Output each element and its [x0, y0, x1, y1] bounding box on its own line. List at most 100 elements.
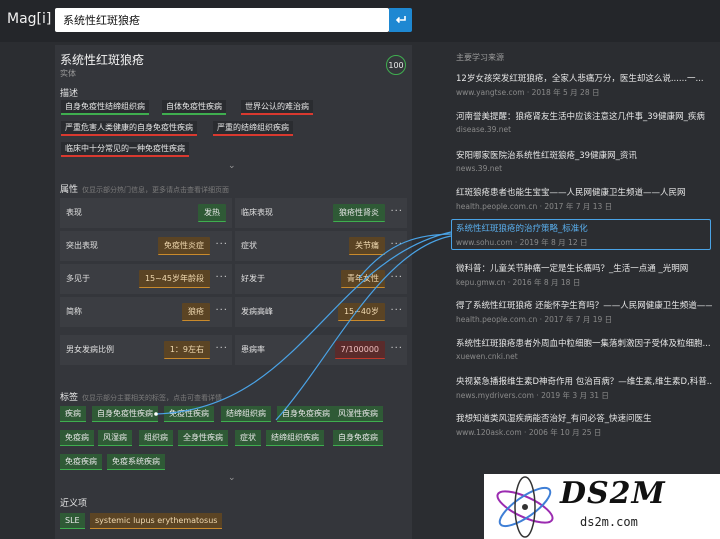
more-options-icon[interactable]: ···: [390, 239, 403, 250]
attribute-key: 表现: [66, 208, 82, 217]
source-item[interactable]: 微科普：儿童关节肿痛一定是生长痛吗？_生活一点通 _光明网 kepu.gmw.c…: [456, 262, 712, 288]
source-item[interactable]: 系统性红斑狼疮患者外周血中粒细胞一集落刺激因子受体及粒细胞... xuewen.…: [456, 337, 712, 361]
attribute-cell: 好发于 青年女性 ···: [235, 264, 407, 294]
watermark-brand: DS2M: [560, 476, 666, 511]
more-options-icon[interactable]: ···: [215, 239, 228, 250]
return-arrow-icon: [395, 16, 406, 24]
source-meta: kepu.gmw.cn · 2016 年 8 月 18 日: [456, 278, 581, 287]
attribute-value[interactable]: 免疫性炎症: [158, 237, 210, 255]
attribute-value[interactable]: 狼疮: [182, 303, 210, 321]
tag-chip[interactable]: 风湿病: [98, 430, 132, 446]
search-input[interactable]: [55, 8, 389, 32]
watermark: DS2M ds2m.com: [484, 474, 720, 539]
attribute-cell: 简称 狼疮 ···: [60, 297, 232, 327]
source-item[interactable]: 12岁女孩突发红斑狼疮，全家人悲痛万分，医生却这么说......一... www…: [456, 72, 712, 98]
source-meta: health.people.com.cn · 2017 年 7 月 19 日: [456, 315, 613, 324]
attribute-key: 发病高峰: [241, 307, 273, 316]
source-title[interactable]: 央视紧急播报维生素D神奇作用 包治百病？—维生素,维生素D,科普...: [456, 375, 712, 387]
attribute-value[interactable]: 发热: [198, 204, 226, 222]
source-meta: news.39.net: [456, 164, 503, 173]
description-label: 描述: [60, 89, 79, 99]
source-title[interactable]: 红斑狼疮患者也能生宝宝——人民网健康卫生频道——人民网: [456, 186, 712, 198]
tag-chip[interactable]: 自身免疫病: [333, 430, 383, 446]
attribute-value[interactable]: 青年女性: [341, 270, 385, 288]
entity-card: 系统性红斑狼疮 实体 100 描述 自身免疫性结缔组织病 自体免疫性疾病 世界公…: [55, 45, 412, 539]
source-title[interactable]: 我想知道类风湿疾病能否治好_有问必答_快速问医生: [456, 412, 712, 424]
attribute-value[interactable]: 7/100000: [334, 341, 385, 359]
more-options-icon[interactable]: ···: [390, 305, 403, 316]
synonyms-label: 近义项: [60, 499, 88, 509]
description-tag[interactable]: 世界公认的难治病: [241, 100, 313, 115]
tags-title: 标签: [60, 393, 79, 403]
source-title[interactable]: 安阳哪家医院治系统性红斑狼疮_39健康网_资讯: [456, 149, 712, 161]
tag-chip[interactable]: 结缔组织疾病: [266, 430, 324, 446]
source-title[interactable]: 12岁女孩突发红斑狼疮，全家人悲痛万分，医生却这么说......一...: [456, 72, 712, 84]
source-title[interactable]: 系统性红斑狼疮患者外周血中粒细胞一集落刺激因子受体及粒细胞...: [456, 337, 712, 349]
source-title[interactable]: 河南誉美提醒：狼疮肾友生活中应该注意这几件事_39健康网_疾病: [456, 110, 712, 122]
score-badge: 100: [386, 55, 406, 75]
attributes-label: 属性 仅显示部分热门信息，更多请点击查看详细页面: [60, 182, 229, 195]
tag-chip[interactable]: 免疫病: [60, 430, 94, 446]
tag-chip[interactable]: 免疫系统疾病: [107, 454, 165, 470]
source-item[interactable]: 河南誉美提醒：狼疮肾友生活中应该注意这几件事_39健康网_疾病 disease.…: [456, 110, 712, 134]
tag-chip[interactable]: 自身免疫性疾病: [92, 406, 158, 422]
tag-chip[interactable]: 疾病: [60, 406, 86, 422]
attribute-value[interactable]: 15~40岁: [337, 303, 385, 321]
attribute-cell: 表现 发热: [60, 198, 232, 228]
tag-chip[interactable]: 全身性疾病: [178, 430, 228, 446]
source-title[interactable]: 系统性红斑狼疮的治疗策略_标准化: [456, 222, 706, 234]
source-item[interactable]: 安阳哪家医院治系统性红斑狼疮_39健康网_资讯 news.39.net: [456, 149, 712, 173]
attribute-cell: 发病高峰 15~40岁 ···: [235, 297, 407, 327]
more-options-icon[interactable]: ···: [215, 305, 228, 316]
source-title[interactable]: 得了系统性红斑狼疮 还能怀孕生育吗？——人民网健康卫生频道——...: [456, 299, 712, 311]
expand-chevron-icon[interactable]: ⌄: [228, 161, 236, 171]
attribute-key: 突出表现: [66, 241, 98, 250]
attribute-key: 患病率: [241, 345, 265, 354]
tag-chip[interactable]: 症状: [235, 430, 261, 446]
source-meta: www.yangtse.com · 2018 年 5 月 28 日: [456, 88, 600, 97]
source-item[interactable]: 央视紧急播报维生素D神奇作用 包治百病？—维生素,维生素D,科普... news…: [456, 375, 712, 401]
source-meta: health.people.com.cn · 2017 年 7 月 13 日: [456, 202, 613, 211]
tag-chip[interactable]: 免疫性疾病: [164, 406, 214, 422]
attribute-key: 简称: [66, 307, 82, 316]
attribute-value[interactable]: 关节痛: [349, 237, 385, 255]
source-item[interactable]: 得了系统性红斑狼疮 还能怀孕生育吗？——人民网健康卫生频道——... healt…: [456, 299, 712, 325]
more-options-icon[interactable]: ···: [390, 272, 403, 283]
source-item-selected[interactable]: 系统性红斑狼疮的治疗策略_标准化 www.sohu.com · 2019 年 8…: [451, 219, 711, 250]
source-item[interactable]: 我想知道类风湿疾病能否治好_有问必答_快速问医生 www.120ask.com …: [456, 412, 712, 438]
source-item[interactable]: 红斑狼疮患者也能生宝宝——人民网健康卫生频道——人民网 health.peopl…: [456, 186, 712, 212]
tag-chip[interactable]: 免疫疾病: [60, 454, 102, 470]
more-options-icon[interactable]: ···: [215, 343, 228, 354]
description-tag[interactable]: 自身免疫性结缔组织病: [61, 100, 149, 115]
attribute-value[interactable]: 狼疮性肾炎: [333, 204, 385, 222]
watermark-url: ds2m.com: [580, 515, 638, 529]
more-options-icon[interactable]: ···: [215, 272, 228, 283]
source-meta: www.sohu.com · 2019 年 8 月 12 日: [456, 238, 588, 247]
synonym-chip[interactable]: SLE: [60, 513, 85, 529]
tag-chip[interactable]: 风湿性疾病: [333, 406, 383, 422]
tags-label: 标签 仅显示部分主要相关的标签，点击可查看详情: [60, 390, 222, 403]
expand-chevron-icon[interactable]: ⌄: [228, 473, 236, 483]
attribute-key: 临床表现: [241, 208, 273, 217]
attribute-value[interactable]: 1：9左右: [163, 341, 210, 359]
app-logo[interactable]: Mag[i]: [7, 11, 51, 27]
search-button[interactable]: [389, 8, 412, 32]
attribute-value[interactable]: 15~45岁年龄段: [138, 270, 210, 288]
more-options-icon[interactable]: ···: [390, 343, 403, 354]
description-tag[interactable]: 严重的结缔组织疾病: [213, 121, 293, 136]
source-title[interactable]: 微科普：儿童关节肿痛一定是生长痛吗？_生活一点通 _光明网: [456, 262, 712, 274]
source-meta: news.mydrivers.com · 2019 年 3 月 31 日: [456, 391, 609, 400]
description-tag[interactable]: 临床中十分常见的一种免疫性疾病: [61, 142, 189, 157]
description-tag[interactable]: 自体免疫性疾病: [162, 100, 226, 115]
description-tag[interactable]: 严重危害人类健康的自身免疫性疾病: [61, 121, 197, 136]
attribute-cell: 多见于 15~45岁年龄段 ···: [60, 264, 232, 294]
synonym-chip[interactable]: systemic lupus erythematosus: [90, 513, 223, 529]
atom-logo-icon: [496, 476, 554, 538]
source-meta: www.120ask.com · 2006 年 10 月 25 日: [456, 428, 602, 437]
entity-title: 系统性红斑狼疮: [60, 53, 145, 67]
search-box[interactable]: [55, 8, 389, 32]
tag-chip[interactable]: 结缔组织病: [221, 406, 271, 422]
tag-chip[interactable]: 组织病: [139, 430, 173, 446]
more-options-icon[interactable]: ···: [390, 206, 403, 217]
tag-chip[interactable]: 自身免疫疾病: [277, 406, 335, 422]
